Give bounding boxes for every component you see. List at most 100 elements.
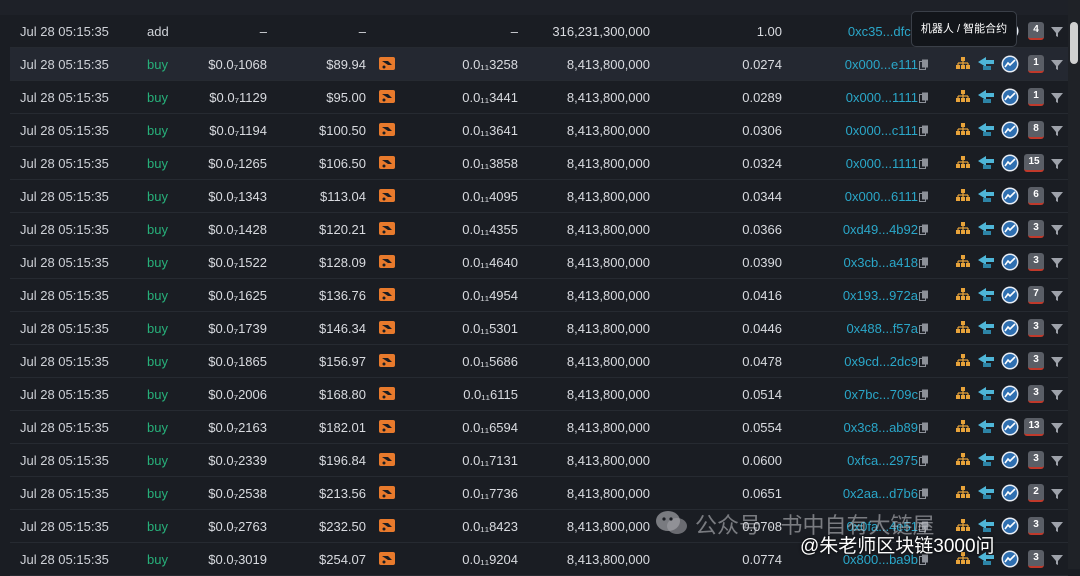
filter-icon[interactable]	[1051, 487, 1063, 499]
swap-icon[interactable]	[977, 254, 995, 269]
swap-icon[interactable]	[977, 419, 995, 434]
table-row[interactable]: Jul 28 05:15:35 buy $0.0₇1739 $146.34 0.0₁₁5…	[10, 312, 1068, 345]
dex-logo-icon[interactable]	[1001, 220, 1019, 238]
tx-count-badge[interactable]: 3	[1028, 253, 1044, 271]
table-row[interactable]: Jul 28 05:15:35 buy $0.0₇2006 $168.80 0.0₁₁6…	[10, 378, 1068, 411]
copy-icon[interactable]	[919, 289, 929, 301]
tx-count-badge[interactable]: 8	[1028, 121, 1044, 139]
table-row[interactable]: Jul 28 05:15:35 buy $0.0₇1522 $128.09 0.0₁₁4…	[10, 246, 1068, 279]
filter-icon[interactable]	[1051, 289, 1063, 301]
swap-icon[interactable]	[977, 452, 995, 467]
tx-count-badge[interactable]: 3	[1028, 385, 1044, 403]
dex-logo-icon[interactable]	[1001, 154, 1019, 172]
swap-icon[interactable]	[977, 287, 995, 302]
dex-logo-icon[interactable]	[1001, 385, 1019, 403]
hierarchy-icon[interactable]	[956, 90, 970, 103]
hierarchy-icon[interactable]	[956, 387, 970, 400]
filter-icon[interactable]	[1051, 124, 1063, 136]
dex-logo-icon[interactable]	[1001, 550, 1019, 568]
swap-icon[interactable]	[977, 485, 995, 500]
tx-count-badge[interactable]: 4	[1028, 22, 1044, 40]
maker-address-link[interactable]: 0xfca...2975	[847, 453, 918, 468]
filter-icon[interactable]	[1051, 58, 1063, 70]
swap-icon[interactable]	[977, 353, 995, 368]
maker-address-link[interactable]: 0x3cb...a418	[844, 255, 918, 270]
hierarchy-icon[interactable]	[956, 57, 970, 70]
tx-count-badge[interactable]: 6	[1028, 187, 1044, 205]
table-row[interactable]: Jul 28 05:15:35 buy $0.0₇2163 $182.01 0.0₁₁6…	[10, 411, 1068, 444]
hierarchy-icon[interactable]	[956, 189, 970, 202]
hierarchy-icon[interactable]	[956, 288, 970, 301]
swap-icon[interactable]	[977, 89, 995, 104]
swap-icon[interactable]	[977, 320, 995, 335]
swap-icon[interactable]	[977, 56, 995, 71]
swap-icon[interactable]	[977, 188, 995, 203]
copy-icon[interactable]	[919, 388, 929, 400]
filter-icon[interactable]	[1051, 223, 1063, 235]
tx-count-badge[interactable]: 7	[1028, 286, 1044, 304]
swap-icon[interactable]	[977, 122, 995, 137]
maker-address-link[interactable]: 0x2aa...d7b6	[843, 486, 918, 501]
tx-count-badge[interactable]: 3	[1028, 220, 1044, 238]
hierarchy-icon[interactable]	[956, 354, 970, 367]
filter-icon[interactable]	[1051, 553, 1063, 565]
maker-address-link[interactable]: 0x3c8...ab89	[844, 420, 918, 435]
filter-icon[interactable]	[1051, 190, 1063, 202]
table-row[interactable]: Jul 28 05:15:35 buy $0.0₇1625 $136.76 0.0₁₁4…	[10, 279, 1068, 312]
filter-icon[interactable]	[1051, 520, 1063, 532]
dex-logo-icon[interactable]	[1001, 88, 1019, 106]
tx-count-badge[interactable]: 2	[1028, 484, 1044, 502]
tx-count-badge[interactable]: 1	[1028, 88, 1044, 106]
hierarchy-icon[interactable]	[956, 255, 970, 268]
hierarchy-icon[interactable]	[956, 156, 970, 169]
copy-icon[interactable]	[919, 355, 929, 367]
maker-address-link[interactable]: 0x7bc...709c	[844, 387, 918, 402]
copy-icon[interactable]	[919, 157, 929, 169]
table-row[interactable]: Jul 28 05:15:35 buy $0.0₇2538 $213.56 0.0₁₁7…	[10, 477, 1068, 510]
filter-icon[interactable]	[1051, 388, 1063, 400]
maker-address-link[interactable]: 0xc35...dfcb	[848, 24, 918, 39]
dex-logo-icon[interactable]	[1001, 187, 1019, 205]
maker-address-link[interactable]: 0x000...1111	[846, 90, 918, 105]
maker-address-link[interactable]: 0x000...6111	[845, 189, 918, 204]
dex-logo-icon[interactable]	[1001, 484, 1019, 502]
copy-icon[interactable]	[919, 322, 929, 334]
table-row[interactable]: Jul 28 05:15:35 buy $0.0₇1265 $106.50 0.0₁₁3…	[10, 147, 1068, 180]
hierarchy-icon[interactable]	[956, 420, 970, 433]
swap-icon[interactable]	[977, 155, 995, 170]
hierarchy-icon[interactable]	[956, 453, 970, 466]
hierarchy-icon[interactable]	[956, 222, 970, 235]
dex-logo-icon[interactable]	[1001, 319, 1019, 337]
dex-logo-icon[interactable]	[1001, 352, 1019, 370]
maker-address-link[interactable]: 0x193...972a	[843, 288, 918, 303]
swap-icon[interactable]	[977, 221, 995, 236]
table-row[interactable]: Jul 28 05:15:35 buy $0.0₇1129 $95.00 0.0₁₁34…	[10, 81, 1068, 114]
table-row[interactable]: Jul 28 05:15:35 buy $0.0₇2339 $196.84 0.0₁₁7…	[10, 444, 1068, 477]
filter-icon[interactable]	[1051, 322, 1063, 334]
maker-address-link[interactable]: 0x000...1111	[846, 156, 918, 171]
hierarchy-icon[interactable]	[956, 486, 970, 499]
dex-logo-icon[interactable]	[1001, 517, 1019, 535]
dex-logo-icon[interactable]	[1001, 286, 1019, 304]
tx-count-badge[interactable]: 3	[1028, 451, 1044, 469]
table-row[interactable]: Jul 28 05:15:35 buy $0.0₇1343 $113.04 0.0₁₁4…	[10, 180, 1068, 213]
tx-count-badge[interactable]: 15	[1024, 154, 1044, 172]
swap-icon[interactable]	[977, 386, 995, 401]
table-row[interactable]: Jul 28 05:15:35 buy $0.0₇1068 $89.94 0.0₁₁32…	[10, 48, 1068, 81]
scrollbar[interactable]	[1068, 0, 1080, 569]
copy-icon[interactable]	[919, 190, 929, 202]
copy-icon[interactable]	[919, 487, 929, 499]
filter-icon[interactable]	[1051, 421, 1063, 433]
filter-icon[interactable]	[1051, 256, 1063, 268]
copy-icon[interactable]	[919, 256, 929, 268]
dex-logo-icon[interactable]	[1001, 55, 1019, 73]
copy-icon[interactable]	[919, 421, 929, 433]
filter-icon[interactable]	[1051, 157, 1063, 169]
copy-icon[interactable]	[919, 91, 929, 103]
hierarchy-icon[interactable]	[956, 321, 970, 334]
dex-logo-icon[interactable]	[1001, 121, 1019, 139]
filter-icon[interactable]	[1051, 355, 1063, 367]
maker-address-link[interactable]: 0x9cd...2dc9	[844, 354, 918, 369]
table-row[interactable]: Jul 28 05:15:35 buy $0.0₇1428 $120.21 0.0₁₁4…	[10, 213, 1068, 246]
tx-count-badge[interactable]: 3	[1028, 352, 1044, 370]
